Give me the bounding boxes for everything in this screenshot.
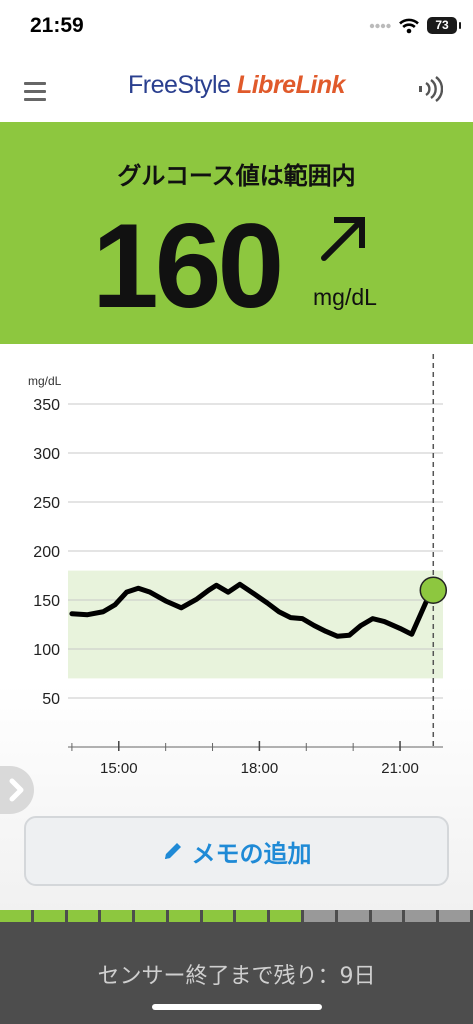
y-tick-label: 100	[33, 642, 60, 659]
status-icons: 73	[369, 17, 461, 34]
sensor-life-bar	[0, 910, 473, 922]
sensor-day-segment	[67, 910, 102, 922]
x-tick-label: 21:00	[381, 760, 419, 777]
sensor-day-segment	[371, 910, 406, 922]
glucose-value: 160	[92, 199, 284, 333]
current-glucose-point	[419, 576, 448, 604]
sensor-day-segment	[405, 910, 440, 922]
battery-icon: 73	[427, 17, 461, 34]
app-header: FreeStyle LibreLink	[0, 56, 473, 122]
logo-librelink: LibreLink	[236, 71, 346, 99]
sensor-day-segment	[135, 910, 169, 922]
chevron-right-icon	[9, 778, 24, 802]
sensor-day-segment	[337, 910, 372, 922]
glucose-panel: グルコース値は範囲内 160 mg/dL	[0, 122, 473, 344]
pencil-icon	[164, 843, 181, 859]
trend-arrow-icon	[321, 217, 365, 261]
sensor-day-segment	[33, 910, 68, 922]
sensor-day-segment	[168, 910, 203, 922]
logo-freestyle: FreeStyle	[128, 71, 231, 99]
sensor-day-segment	[236, 910, 271, 922]
x-tick-label: 15:00	[100, 760, 138, 777]
sensor-day-segment	[202, 910, 237, 922]
status-bar: 21:59 73	[0, 0, 473, 56]
side-panel-tab[interactable]	[0, 766, 34, 814]
y-tick-label: 150	[33, 593, 60, 610]
add-memo-button[interactable]: メモの追加	[24, 816, 449, 886]
wifi-icon	[399, 18, 419, 33]
y-tick-label: 350	[33, 397, 60, 414]
x-tick-label: 18:00	[241, 760, 279, 777]
sensor-day-segment	[101, 910, 136, 922]
y-tick-label: 250	[33, 495, 60, 512]
sensor-remaining-text: センサー終了まで残り：9日	[97, 964, 376, 989]
sensor-day-segment	[304, 910, 338, 922]
y-tick-label: 50	[42, 691, 60, 708]
status-time: 21:59	[30, 14, 84, 37]
glucose-status: グルコース値は範囲内	[117, 162, 356, 190]
nfc-icon[interactable]	[417, 76, 443, 102]
y-axis-label: mg/dL	[28, 374, 62, 388]
y-tick-label: 200	[33, 544, 60, 561]
sensor-day-segment	[439, 910, 473, 922]
signal-icon	[369, 23, 391, 28]
add-memo-label: メモの追加	[191, 839, 312, 868]
home-indicator	[152, 1004, 322, 1010]
sensor-day-segment	[0, 910, 34, 922]
app-logo: FreeStyle LibreLink	[0, 71, 473, 100]
sensor-day-segment	[270, 910, 305, 922]
glucose-unit: mg/dL	[313, 284, 377, 310]
y-tick-label: 300	[33, 446, 60, 463]
